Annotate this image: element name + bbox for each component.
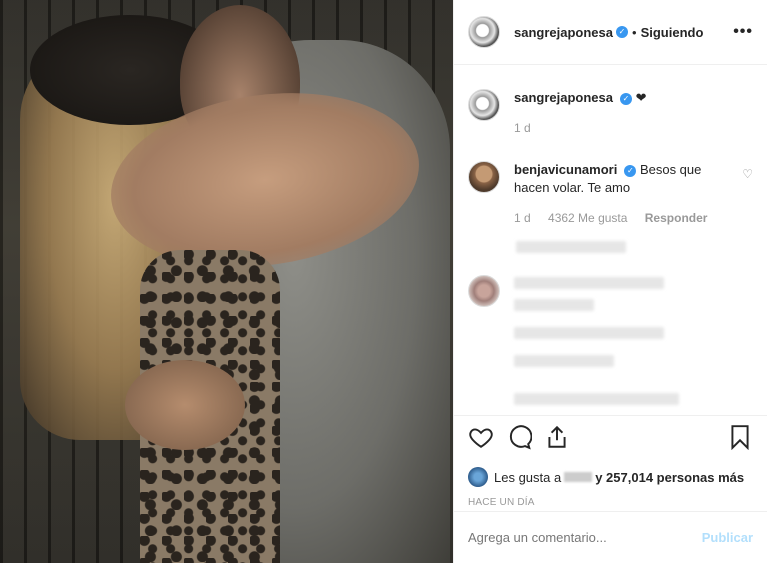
verified-icon: ✓ bbox=[620, 93, 632, 105]
verified-icon: ✓ bbox=[616, 26, 628, 38]
action-icons-row bbox=[468, 424, 753, 451]
comment-like-heart-icon[interactable]: ♡ bbox=[742, 167, 753, 227]
blurred-line bbox=[514, 327, 664, 339]
more-options-icon[interactable]: ••• bbox=[733, 23, 753, 41]
post-header: sangrejaponesa ✓ • Siguiendo ••• bbox=[454, 0, 767, 65]
blurred-line bbox=[514, 393, 679, 405]
post-photo[interactable] bbox=[0, 0, 453, 563]
comment-body: benjavicunamori ✓ Besos que hacen volar. … bbox=[514, 161, 736, 227]
blurred-line bbox=[514, 355, 614, 367]
publish-button[interactable]: Publicar bbox=[702, 530, 753, 545]
comments-list[interactable]: sangrejaponesa ✓ ❤ 1 d benjavicunamori ✓ B… bbox=[454, 65, 767, 415]
like-heart-icon[interactable] bbox=[468, 424, 494, 450]
caption-row: sangrejaponesa ✓ ❤ 1 d bbox=[468, 89, 753, 137]
photo-hand bbox=[125, 360, 245, 450]
blurred-line bbox=[514, 299, 594, 311]
header-separator: • bbox=[632, 24, 637, 40]
add-comment-bar: Publicar bbox=[454, 511, 767, 563]
author-avatar[interactable] bbox=[468, 16, 500, 48]
caption-text: ❤ bbox=[635, 90, 647, 105]
reply-button[interactable]: Responder bbox=[645, 211, 708, 225]
comment-bubble-icon[interactable] bbox=[506, 424, 533, 450]
liker-avatar[interactable] bbox=[468, 467, 488, 487]
author-username[interactable]: sangrejaponesa bbox=[514, 25, 613, 40]
caption-body: sangrejaponesa ✓ ❤ 1 d bbox=[514, 89, 753, 137]
comment-likes[interactable]: 4362 Me gusta bbox=[548, 211, 627, 225]
bookmark-icon[interactable] bbox=[727, 424, 753, 451]
likes-summary[interactable]: Les gusta a y 257,014 personas más bbox=[468, 467, 753, 487]
instagram-post: sangrejaponesa ✓ • Siguiendo ••• sangrej… bbox=[0, 0, 767, 563]
masked-liker-name bbox=[564, 472, 593, 482]
blurred-avatar bbox=[468, 275, 500, 307]
following-button[interactable]: Siguiendo bbox=[641, 25, 704, 40]
comment-time[interactable]: 1 d bbox=[514, 211, 531, 225]
blurred-comments bbox=[468, 241, 753, 415]
blurred-comment-body bbox=[514, 275, 753, 415]
verified-icon: ✓ bbox=[624, 165, 637, 177]
post-timestamp[interactable]: HACE UN DÍA bbox=[468, 497, 753, 508]
post-side-panel: sangrejaponesa ✓ • Siguiendo ••• sangrej… bbox=[453, 0, 767, 563]
blurred-line bbox=[516, 241, 626, 253]
comment-meta: 1 d 4362 Me gusta Responder bbox=[514, 209, 736, 227]
caption-time[interactable]: 1 d bbox=[514, 121, 531, 135]
blurred-comment-row bbox=[468, 275, 753, 415]
likes-count[interactable]: y 257,014 personas más bbox=[595, 470, 744, 485]
caption-username[interactable]: sangrejaponesa bbox=[514, 90, 613, 105]
commenter-username[interactable]: benjavicunamori bbox=[514, 162, 617, 177]
commenter-avatar[interactable] bbox=[468, 161, 500, 193]
comment-input[interactable] bbox=[468, 530, 702, 545]
likes-prefix: Les gusta a bbox=[494, 469, 562, 485]
share-icon[interactable] bbox=[544, 424, 570, 450]
caption-author-avatar[interactable] bbox=[468, 89, 500, 121]
blurred-line bbox=[514, 277, 664, 289]
comment-row: benjavicunamori ✓ Besos que hacen volar. … bbox=[468, 161, 753, 227]
post-actions: Les gusta a y 257,014 personas más HACE … bbox=[454, 415, 767, 508]
caption-meta: 1 d bbox=[514, 119, 753, 137]
